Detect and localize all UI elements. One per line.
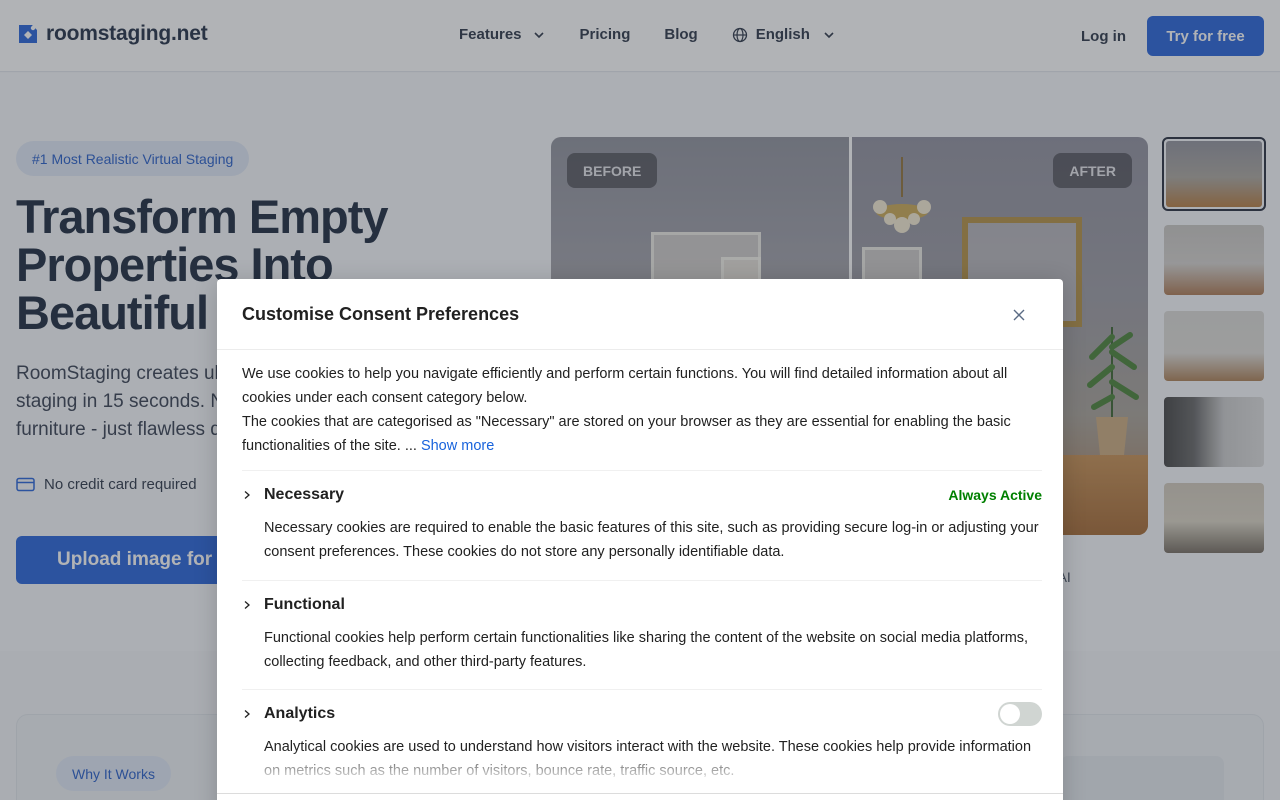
show-more-link[interactable]: Show more [421, 438, 494, 454]
chevron-right-icon [244, 710, 250, 718]
consent-intro-p2-text: The cookies that are categorised as "Nec… [242, 414, 1011, 454]
category-description: Necessary cookies are required to enable… [264, 520, 1039, 560]
modal-footer-divider [217, 793, 1063, 794]
category-header[interactable]: Necessary Always Active [242, 483, 1042, 507]
consent-preferences-modal: Customise Consent Preferences We use coo… [217, 279, 1063, 800]
category-name: Functional [264, 596, 345, 613]
category-header[interactable]: Functional [242, 593, 1042, 617]
analytics-toggle[interactable] [998, 702, 1042, 726]
chevron-right-icon [244, 601, 250, 609]
close-icon[interactable] [1011, 307, 1027, 323]
modal-header: Customise Consent Preferences [217, 279, 1063, 350]
category-name: Necessary [264, 486, 345, 503]
consent-intro-p2: The cookies that are categorised as "Nec… [242, 410, 1042, 458]
consent-category-necessary: Necessary Always Active Necessary cookie… [242, 470, 1042, 580]
toggle-knob [1000, 704, 1020, 724]
category-name: Analytics [264, 705, 336, 722]
scroll-fade [217, 749, 1063, 779]
consent-category-analytics: Analytics Analytical cookies are used to… [242, 689, 1042, 798]
chevron-right-icon [244, 491, 250, 499]
category-description: Functional cookies help perform certain … [264, 630, 1029, 670]
modal-body: We use cookies to help you navigate effi… [242, 362, 1042, 798]
always-active-status: Always Active [948, 487, 1042, 503]
category-header[interactable]: Analytics [242, 702, 1042, 726]
consent-intro: We use cookies to help you navigate effi… [242, 362, 1042, 458]
modal-title: Customise Consent Preferences [242, 304, 520, 324]
consent-intro-p1: We use cookies to help you navigate effi… [242, 366, 1008, 406]
consent-category-functional: Functional Functional cookies help perfo… [242, 580, 1042, 689]
